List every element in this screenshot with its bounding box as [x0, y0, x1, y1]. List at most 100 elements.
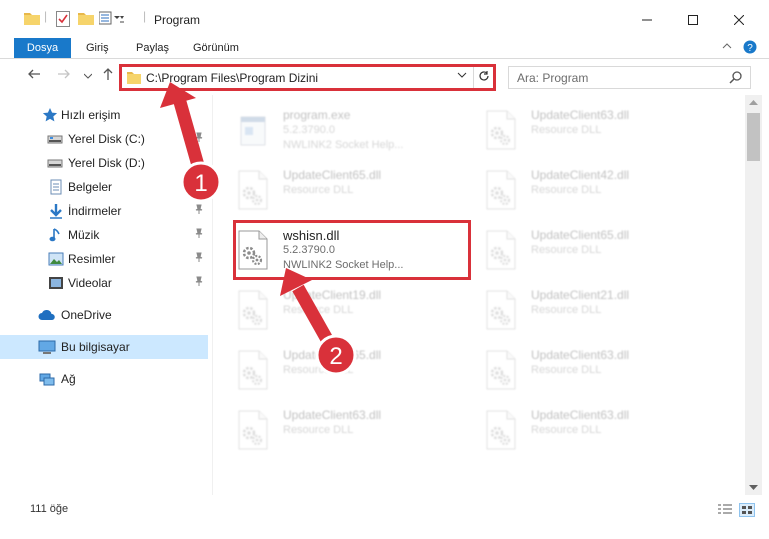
- file-list: program.exe 5.2.3790.0 NWLINK2 Socket Help…: [213, 95, 745, 495]
- dll-file-icon: [483, 169, 519, 211]
- tiles-view-icon[interactable]: [739, 503, 755, 517]
- address-path: C:\Program Files\Program Dizini: [146, 71, 319, 85]
- file-name: UpdateClient63.dll: [283, 408, 382, 422]
- toolbar-separator: |: [44, 9, 48, 23]
- file-tile[interactable]: UpdateClient63.dll Resource DLL: [461, 403, 697, 457]
- cloud-icon: [38, 307, 55, 323]
- search-box[interactable]: Ara: Program: [508, 66, 751, 89]
- customize-toolbar-icon[interactable]: [98, 11, 125, 28]
- sidebar-item-label: Videolar: [68, 276, 112, 290]
- scroll-up-icon[interactable]: [749, 98, 758, 107]
- search-icon[interactable]: [729, 70, 743, 87]
- file-name: UpdateClient65.dll: [283, 348, 382, 362]
- sidebar-item-label: Ağ: [61, 372, 76, 386]
- up-button[interactable]: [98, 67, 118, 87]
- pin-icon[interactable]: [194, 276, 204, 289]
- file-name: UpdateClient63.dll: [531, 108, 630, 122]
- properties-icon[interactable]: [56, 11, 70, 30]
- file-tile[interactable]: UpdateClient65.dll Resource DLL: [213, 163, 449, 217]
- videos-icon: [48, 275, 64, 291]
- minimize-button[interactable]: [624, 8, 670, 32]
- file-name: UpdateClient21.dll: [531, 288, 630, 302]
- item-count: 111 öğe: [30, 503, 69, 515]
- dll-file-icon: [483, 349, 519, 391]
- file-detail: Resource DLL: [531, 124, 602, 136]
- file-detail: Resource DLL: [531, 424, 602, 436]
- sidebar-item-label: Resimler: [68, 252, 116, 266]
- vertical-scrollbar[interactable]: [745, 95, 762, 495]
- help-icon[interactable]: ?: [743, 40, 757, 57]
- file-detail: Resource DLL: [283, 364, 354, 376]
- file-tile[interactable]: UpdateClient65.dll Resource DLL: [213, 343, 449, 397]
- sidebar-item-quick-access[interactable]: Hızlı erişim: [0, 103, 208, 127]
- recent-locations-button[interactable]: [78, 67, 98, 87]
- sidebar-item-label: Müzik: [68, 228, 100, 242]
- sidebar-item-this-pc[interactable]: Bu bilgisayar: [0, 335, 208, 359]
- expand-ribbon-icon[interactable]: [722, 40, 732, 54]
- navigation-bar: C:\Program Files\Program Dizini Ara: Pro…: [0, 60, 769, 94]
- pin-icon[interactable]: [194, 156, 204, 169]
- tab-share[interactable]: Paylaş: [126, 38, 179, 58]
- close-button[interactable]: [716, 8, 762, 32]
- pin-icon[interactable]: [194, 132, 204, 145]
- application-file-icon: [235, 109, 271, 151]
- file-description: NWLINK2 Socket Help...: [283, 259, 404, 271]
- address-dropdown-icon[interactable]: [457, 70, 467, 83]
- address-bar[interactable]: C:\Program Files\Program Dizini: [121, 66, 494, 89]
- file-tile[interactable]: UpdateClient21.dll Resource DLL: [461, 283, 697, 337]
- navigation-pane: Hızlı erişim Yerel Disk (C:) Yerel Disk …: [0, 95, 213, 495]
- tab-file[interactable]: Dosya: [14, 38, 71, 58]
- maximize-button[interactable]: [670, 8, 716, 32]
- file-detail: Resource DLL: [531, 364, 602, 376]
- sidebar-item-downloads[interactable]: İndirmeler: [0, 199, 208, 223]
- file-detail: Resource DLL: [531, 304, 602, 316]
- details-view-icon[interactable]: [717, 503, 733, 517]
- forward-arrow-icon: [58, 69, 70, 79]
- pin-icon[interactable]: [194, 252, 204, 265]
- ribbon-tabs: Dosya Giriş Paylaş Görünüm ?: [0, 38, 769, 59]
- forward-button[interactable]: [54, 67, 74, 87]
- scrollbar-thumb[interactable]: [747, 113, 760, 161]
- pictures-icon: [48, 251, 64, 267]
- sidebar-item-drive-c[interactable]: Yerel Disk (C:): [0, 127, 208, 151]
- file-tile[interactable]: UpdateClient63.dll Resource DLL: [213, 403, 449, 457]
- dll-file-icon: [235, 169, 271, 211]
- folder-icon: [24, 11, 40, 28]
- pin-icon[interactable]: [194, 204, 204, 217]
- file-tile[interactable]: UpdateClient42.dll Resource DLL: [461, 163, 697, 217]
- sidebar-item-drive-d[interactable]: Yerel Disk (D:): [0, 151, 208, 175]
- file-tile[interactable]: program.exe 5.2.3790.0 NWLINK2 Socket Help…: [213, 103, 449, 157]
- file-name: UpdateClient42.dll: [531, 168, 630, 182]
- sidebar-item-documents[interactable]: Belgeler: [0, 175, 208, 199]
- tab-home[interactable]: Giriş: [76, 38, 119, 58]
- search-input[interactable]: Ara: Program: [517, 71, 588, 85]
- sidebar-item-music[interactable]: Müzik: [0, 223, 208, 247]
- file-tile[interactable]: UpdateClient65.dll Resource DLL: [461, 223, 697, 277]
- new-folder-icon[interactable]: [78, 11, 94, 28]
- title-separator: |: [143, 9, 147, 23]
- file-tile[interactable]: UpdateClient63.dll Resource DLL: [461, 103, 697, 157]
- file-name: UpdateClient63.dll: [531, 348, 630, 362]
- computer-icon: [38, 339, 56, 355]
- file-tile[interactable]: wshisn.dll 5.2.3790.0 NWLINK2 Socket Help.…: [213, 223, 449, 277]
- refresh-button[interactable]: [473, 67, 493, 88]
- status-bar: 111 öğe: [0, 495, 769, 525]
- file-name: UpdateClient63.dll: [531, 408, 630, 422]
- minimize-icon: [642, 12, 652, 28]
- back-button[interactable]: [24, 67, 44, 87]
- pin-icon[interactable]: [194, 228, 204, 241]
- pin-icon[interactable]: [194, 180, 204, 193]
- tab-view[interactable]: Görünüm: [183, 38, 249, 58]
- sidebar-item-videos[interactable]: Videolar: [0, 271, 208, 295]
- file-detail: Resource DLL: [283, 304, 354, 316]
- sidebar-item-onedrive[interactable]: OneDrive: [0, 303, 208, 327]
- sidebar-item-network[interactable]: Ağ: [0, 367, 208, 391]
- sidebar-item-label: Belgeler: [68, 180, 113, 194]
- scroll-down-icon[interactable]: [749, 484, 758, 493]
- file-name: program.exe: [283, 108, 351, 122]
- file-tile[interactable]: UpdateClient63.dll Resource DLL: [461, 343, 697, 397]
- file-tile[interactable]: UpdateClient19.dll Resource DLL: [213, 283, 449, 337]
- file-description: NWLINK2 Socket Help...: [283, 139, 404, 151]
- dll-file-icon: [483, 229, 519, 271]
- sidebar-item-pictures[interactable]: Resimler: [0, 247, 208, 271]
